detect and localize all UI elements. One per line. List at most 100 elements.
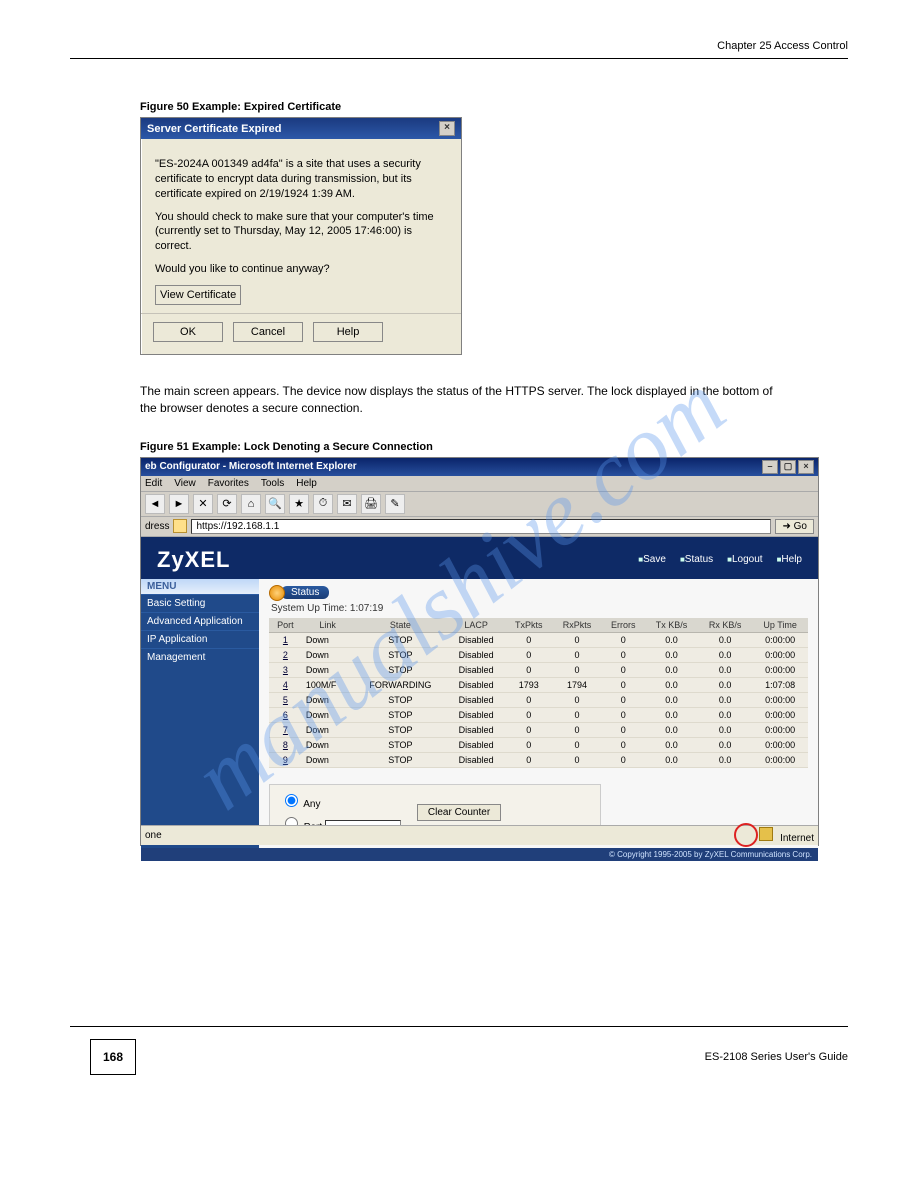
link-status[interactable]: Status	[680, 554, 713, 565]
port-link-cell[interactable]: 5	[269, 692, 302, 707]
status-heading: Status	[269, 585, 808, 601]
history-icon[interactable]: ⏱	[313, 494, 333, 514]
maximize-icon[interactable]: ▢	[780, 460, 796, 474]
table-cell: STOP	[353, 647, 447, 662]
table-cell: 0	[553, 707, 602, 722]
mail-icon[interactable]: ✉	[337, 494, 357, 514]
clear-counter-button[interactable]: Clear Counter	[417, 804, 501, 821]
table-cell: 0.0	[645, 677, 698, 692]
col-header: LACP	[447, 618, 505, 633]
table-cell: Disabled	[447, 692, 505, 707]
table-row: 7DownSTOPDisabled0000.00.00:00:00	[269, 722, 808, 737]
nav-header: MENU	[141, 579, 259, 594]
port-link-cell[interactable]: 4	[269, 677, 302, 692]
table-cell: 0.0	[645, 752, 698, 767]
zone-internet: Internet	[780, 833, 814, 844]
page-number: 168	[90, 1039, 136, 1075]
favorites-icon[interactable]: ★	[289, 494, 309, 514]
forward-icon[interactable]: ►	[169, 494, 189, 514]
dialog-titlebar[interactable]: Server Certificate Expired ×	[141, 118, 461, 139]
menu-help[interactable]: Help	[296, 478, 317, 489]
col-header: Tx KB/s	[645, 618, 698, 633]
table-row: 6DownSTOPDisabled0000.00.00:00:00	[269, 707, 808, 722]
table-cell: 0	[601, 632, 645, 647]
table-cell: 100M/F	[302, 677, 354, 692]
home-icon[interactable]: ⌂	[241, 494, 261, 514]
table-cell: STOP	[353, 692, 447, 707]
stop-icon[interactable]: ✕	[193, 494, 213, 514]
menu-tools[interactable]: Tools	[261, 478, 284, 489]
table-cell: 0	[553, 722, 602, 737]
help-button[interactable]: Help	[313, 322, 383, 342]
address-bar: dress https://192.168.1.1 ➜ Go	[141, 517, 818, 537]
table-cell: 0.0	[698, 692, 752, 707]
link-help[interactable]: Help	[777, 554, 802, 565]
table-cell: STOP	[353, 632, 447, 647]
table-cell: 0	[553, 647, 602, 662]
table-cell: Disabled	[447, 737, 505, 752]
link-logout[interactable]: Logout	[727, 554, 762, 565]
view-certificate-button[interactable]: View Certificate	[155, 285, 241, 305]
ok-button[interactable]: OK	[153, 322, 223, 342]
table-cell: 0.0	[645, 632, 698, 647]
table-cell: 0	[553, 692, 602, 707]
table-cell: 0	[505, 632, 553, 647]
port-link-cell[interactable]: 8	[269, 737, 302, 752]
system-up-time: System Up Time: 1:07:19	[271, 603, 808, 614]
nav-basic[interactable]: Basic Setting	[141, 594, 259, 612]
port-link-cell[interactable]: 3	[269, 662, 302, 677]
ports-table: PortLinkStateLACPTxPktsRxPktsErrorsTx KB…	[269, 618, 808, 768]
table-cell: 0:00:00	[752, 632, 808, 647]
table-cell: 0	[505, 722, 553, 737]
search-icon[interactable]: 🔍	[265, 494, 285, 514]
table-cell: 0	[505, 707, 553, 722]
table-cell: Disabled	[447, 677, 505, 692]
radio-any[interactable]: Any	[280, 791, 401, 810]
left-nav: MENU Basic Setting Advanced Application …	[141, 579, 259, 848]
table-cell: 0	[553, 632, 602, 647]
port-link-cell[interactable]: 2	[269, 647, 302, 662]
table-row: 2DownSTOPDisabled0000.00.00:00:00	[269, 647, 808, 662]
figure50-caption: Figure 50 Example: Expired Certificate	[140, 101, 848, 113]
close-icon[interactable]: ×	[798, 460, 814, 474]
status-left: one	[145, 830, 162, 841]
link-save[interactable]: Save	[638, 554, 666, 565]
table-cell: 0	[601, 752, 645, 767]
menu-view[interactable]: View	[174, 478, 196, 489]
col-header: Rx KB/s	[698, 618, 752, 633]
cancel-button[interactable]: Cancel	[233, 322, 303, 342]
table-cell: 0.0	[698, 647, 752, 662]
go-button[interactable]: ➜ Go	[775, 519, 814, 534]
nav-ip[interactable]: IP Application	[141, 630, 259, 648]
table-cell: 0	[553, 662, 602, 677]
menu-fav[interactable]: Favorites	[208, 478, 249, 489]
table-cell: 0	[601, 707, 645, 722]
close-icon[interactable]: ×	[439, 121, 455, 136]
edit-icon[interactable]: ✎	[385, 494, 405, 514]
nav-mgmt[interactable]: Management	[141, 648, 259, 666]
table-cell: 0	[505, 647, 553, 662]
port-link-cell[interactable]: 7	[269, 722, 302, 737]
table-cell: 1:07:08	[752, 677, 808, 692]
port-link-cell[interactable]: 6	[269, 707, 302, 722]
table-cell: Disabled	[447, 632, 505, 647]
menu-edit[interactable]: Edit	[145, 478, 162, 489]
url-input[interactable]: https://192.168.1.1	[191, 519, 771, 534]
refresh-icon[interactable]: ⟳	[217, 494, 237, 514]
port-link-cell[interactable]: 1	[269, 632, 302, 647]
table-cell: 0	[505, 662, 553, 677]
minimize-icon[interactable]: –	[762, 460, 778, 474]
table-cell: 0	[601, 647, 645, 662]
address-label: dress	[145, 521, 169, 532]
table-cell: Down	[302, 737, 354, 752]
back-icon[interactable]: ◄	[145, 494, 165, 514]
table-row: 8DownSTOPDisabled0000.00.00:00:00	[269, 737, 808, 752]
router-ui: ZyXEL Save Status Logout Help MENU Basic…	[141, 537, 818, 825]
table-cell: 0.0	[698, 722, 752, 737]
port-link-cell[interactable]: 9	[269, 752, 302, 767]
browser-titlebar[interactable]: eb Configurator - Microsoft Internet Exp…	[141, 458, 818, 476]
print-icon[interactable]: 🖨	[361, 494, 381, 514]
brand-logo: ZyXEL	[157, 547, 230, 573]
nav-advanced[interactable]: Advanced Application	[141, 612, 259, 630]
footer-doc-title: ES-2108 Series User's Guide	[705, 1051, 848, 1063]
